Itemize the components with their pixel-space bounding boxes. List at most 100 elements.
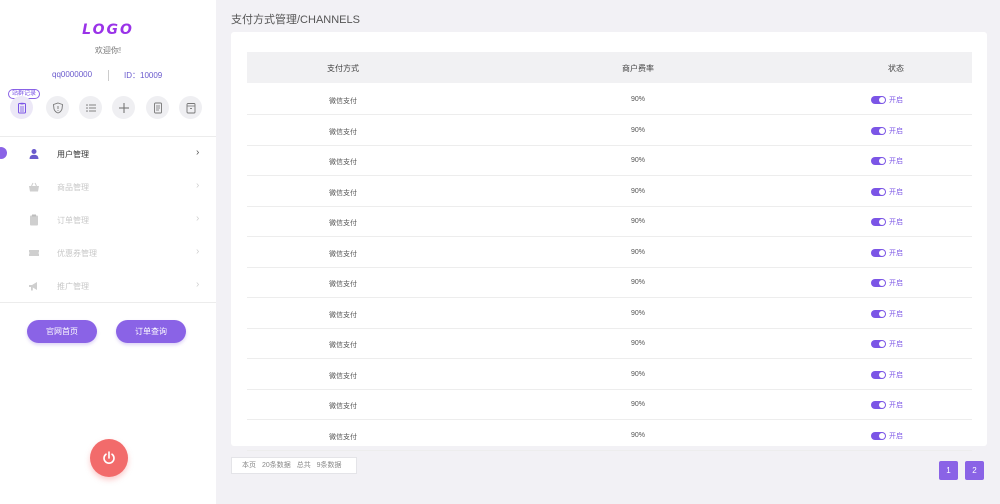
status-cell: 开启 [871, 248, 903, 258]
channels-panel: 支付方式 商户费率 状态 微信支付 90% 开启 微信支付 90% 开启 微信支付 90% 开启… [231, 32, 987, 451]
status-toggle[interactable] [871, 187, 886, 196]
status-toggle[interactable] [871, 279, 886, 287]
chevron-right-icon: › [196, 279, 200, 290]
quick-clipboard-button[interactable] [10, 96, 33, 119]
user-id: ID：10009 [124, 71, 163, 80]
clipboard-icon [17, 102, 26, 113]
status-toggle[interactable] [871, 126, 886, 135]
table-row: 微信支付 90% 开启 [247, 238, 972, 268]
megaphone-icon [29, 282, 37, 291]
chevron-right-icon: › [196, 213, 200, 224]
quick-document-button[interactable] [146, 96, 169, 119]
toggle-knob [879, 127, 885, 134]
sidebar-item-label: 推广管理 [57, 282, 89, 291]
toggle-knob [879, 310, 885, 317]
welcome-text: 欢迎你! [94, 46, 122, 55]
quick-add-button[interactable] [112, 96, 135, 119]
sidebar-item-promotion[interactable]: 推广管理 › [0, 269, 216, 302]
toggle-knob [879, 371, 885, 378]
sidebar-item-label: 用户管理 [57, 150, 89, 159]
page-button-1[interactable]: 1 [939, 461, 958, 480]
toggle-knob [879, 280, 885, 286]
merchant-rate-cell: 90% [630, 401, 646, 408]
status-toggle[interactable] [871, 248, 886, 257]
status-cell: 开启 [871, 431, 903, 441]
user-info: qq0000000 ID：10009 [0, 70, 216, 82]
payment-method-cell: 微信支付 [329, 220, 357, 227]
status-toggle[interactable] [871, 401, 886, 409]
page-button-2[interactable]: 2 [965, 461, 984, 480]
power-icon [103, 451, 115, 464]
total-label: 总共 [296, 462, 311, 469]
order-query-button[interactable]: 订单查询 [116, 320, 186, 343]
payment-method-cell: 微信支付 [329, 372, 357, 380]
payment-method-cell: 微信支付 [329, 250, 357, 258]
toggle-knob [879, 97, 885, 103]
merchant-rate-cell: 90% [630, 187, 646, 195]
page-summary: 本页 20条数据 总共 9条数据 [231, 457, 357, 474]
menu-divider [0, 302, 216, 303]
status-cell: 开启 [871, 156, 903, 166]
status-toggle[interactable] [871, 431, 886, 440]
quick-archive-button[interactable] [179, 96, 202, 119]
status-toggle[interactable] [871, 157, 886, 165]
status-text: 开启 [889, 371, 903, 379]
archive-icon [186, 102, 195, 113]
active-indicator [0, 147, 7, 159]
toggle-knob [879, 402, 885, 408]
payment-method-cell: 微信支付 [329, 281, 357, 288]
shield-icon [52, 102, 63, 113]
plus-icon [118, 102, 129, 113]
status-toggle[interactable] [871, 340, 886, 348]
status-toggle[interactable] [871, 370, 886, 379]
column-header-method: 支付方式 [327, 64, 359, 73]
sidebar-item-users[interactable]: 用户管理 › [0, 137, 216, 170]
status-toggle[interactable] [871, 218, 886, 226]
quick-list-button[interactable] [79, 96, 102, 119]
toggle-knob [879, 341, 885, 347]
merchant-rate-cell: 90% [630, 157, 646, 164]
status-text: 开启 [889, 97, 903, 104]
status-text: 开启 [889, 432, 903, 440]
merchant-rate-cell: 90% [630, 218, 646, 225]
home-site-button[interactable]: 官网首页 [27, 320, 97, 343]
payment-method-cell: 微信支付 [329, 403, 357, 410]
table-row: 微信支付 90% 开启 [247, 360, 972, 390]
merchant-rate-cell: 90% [630, 248, 646, 256]
status-toggle[interactable] [871, 309, 886, 318]
sidebar-item-coupons[interactable]: 优惠券管理 › [0, 236, 216, 269]
quick-shield-button[interactable] [46, 96, 69, 119]
table-row: 微信支付 90% 开启 [247, 390, 972, 420]
user-icon [29, 149, 39, 159]
payment-method-cell: 微信支付 [329, 433, 357, 441]
toggle-knob [879, 219, 885, 225]
status-text: 开启 [889, 219, 903, 226]
page-count: 20条数据 [261, 462, 291, 469]
toggle-knob [879, 158, 885, 164]
status-text: 开启 [889, 249, 903, 257]
sidebar-item-label: 订单管理 [57, 216, 89, 225]
payment-method-cell: 微信支付 [329, 128, 357, 136]
logo: LOGO [82, 22, 134, 38]
status-cell: 开启 [871, 400, 903, 410]
table-row: 微信支付 90% 开启 [247, 329, 972, 359]
status-text: 开启 [889, 127, 903, 135]
sidebar-item-orders[interactable]: 订单管理 › [0, 203, 216, 236]
table-row: 微信支付 90% 开启 [247, 268, 972, 298]
status-toggle[interactable] [871, 96, 886, 104]
table-row: 微信支付 90% 开启 [247, 299, 972, 329]
table-header: 支付方式 商户费率 状态 [247, 52, 972, 83]
logout-button[interactable] [90, 439, 128, 477]
sidebar-item-products[interactable]: 商品管理 › [0, 170, 216, 203]
sidebar-item-label: 优惠券管理 [57, 249, 97, 258]
sidebar: LOGO 欢迎你! qq0000000 ID：10009 站群记录 用户管理 ›… [0, 0, 216, 504]
clipboard-icon [30, 214, 38, 226]
merchant-rate-cell: 90% [630, 340, 646, 347]
payment-method-cell: 微信支付 [329, 189, 357, 197]
payment-method-cell: 微信支付 [329, 98, 357, 105]
payment-method-cell: 微信支付 [329, 342, 357, 349]
status-cell: 开启 [871, 217, 903, 227]
table-row: 微信支付 90% 开启 [247, 177, 972, 207]
status-text: 开启 [889, 158, 903, 165]
sidebar-item-label: 商品管理 [57, 183, 89, 192]
